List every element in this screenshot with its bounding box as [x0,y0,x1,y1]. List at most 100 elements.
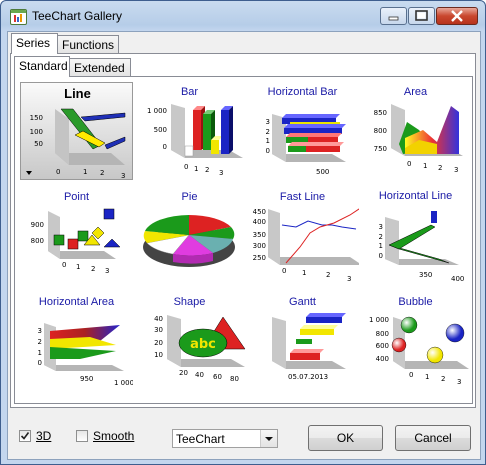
gallery-item-area[interactable]: Area 850 800 750 0 1 2 3 [359,82,472,180]
svg-text:30: 30 [154,326,163,334]
tab-standard[interactable]: Standard [14,56,70,77]
3d-checkbox[interactable] [19,430,31,442]
horizontal-bar-chart-thumbnail: 3 2 1 0 500 [266,114,346,176]
maximize-icon [415,10,428,21]
line-chart-thumbnail: 150 100 50 0 1 2 3 [26,108,125,180]
bubble-chart-thumbnail: 1 000 800 600 400 0 1 2 3 [369,316,469,386]
svg-text:1 000: 1 000 [147,107,167,115]
svg-text:400: 400 [451,275,464,283]
theme-select[interactable]: TeeChart [172,429,278,448]
tab-functions[interactable]: Functions [57,35,119,54]
cancel-button[interactable]: Cancel [395,425,471,451]
close-icon [451,10,463,22]
svg-text:2: 2 [205,166,209,174]
svg-text:0: 0 [62,261,66,269]
svg-text:450: 450 [253,208,266,216]
minimize-icon [388,16,399,21]
svg-text:800: 800 [374,127,387,135]
gallery-item-shape[interactable]: Shape 40 30 20 10 abc 20 40 60 80 [133,293,246,391]
shape-chart-thumbnail: 40 30 20 10 abc 20 40 60 80 [154,315,246,383]
maximize-button[interactable] [408,7,435,25]
smooth-checkbox[interactable] [76,430,88,442]
svg-text:3: 3 [379,223,383,231]
bar-chart-thumbnail: 1 000 500 0 0 1 2 3 [147,104,243,177]
svg-text:1: 1 [379,242,383,250]
svg-text:100: 100 [30,128,43,136]
svg-text:1: 1 [76,263,80,271]
svg-text:300: 300 [253,242,266,250]
svg-text:600: 600 [376,342,389,350]
svg-text:1: 1 [266,137,270,145]
svg-text:2: 2 [438,164,442,172]
svg-text:1: 1 [83,168,87,176]
svg-text:900: 900 [31,221,44,229]
app-icon [10,9,27,25]
svg-text:400: 400 [253,218,266,226]
gallery-item-pie[interactable]: Pie [133,187,246,285]
svg-text:950: 950 [80,375,93,383]
minimize-button[interactable] [380,7,407,25]
svg-text:350: 350 [419,271,432,279]
svg-text:40: 40 [154,315,163,323]
point-chart-thumbnail: 900 800 0 1 2 3 [31,208,121,275]
gallery-panel: Line 150 100 50 0 1 2 3 Bar 1 000 500 0 … [14,76,473,404]
close-button[interactable] [436,7,478,25]
svg-text:80: 80 [230,375,239,383]
ok-button[interactable]: OK [308,425,383,451]
area-chart-thumbnail: 850 800 750 0 1 2 3 [374,104,463,174]
svg-text:2: 2 [379,233,383,241]
horizontal-area-chart-thumbnail: 3 2 1 0 950 1 000 [38,323,133,387]
svg-text:0: 0 [184,163,188,171]
svg-text:60: 60 [213,373,222,381]
dropdown-button[interactable] [260,430,277,447]
tab-extended[interactable]: Extended [69,58,131,77]
gallery-item-fast-line[interactable]: Fast Line 450 400 350 300 250 0 1 2 3 [246,187,359,285]
gallery-item-bar[interactable]: Bar 1 000 500 0 0 1 2 3 [133,82,246,180]
svg-text:0: 0 [266,147,270,155]
svg-text:1 000: 1 000 [114,379,133,387]
svg-text:20: 20 [154,339,163,347]
svg-text:250: 250 [253,254,266,262]
svg-text:05.07.2013: 05.07.2013 [288,373,328,381]
tab-series[interactable]: Series [11,33,58,54]
gallery-item-horizontal-area[interactable]: Horizontal Area 3 2 1 0 950 1 000 [20,293,133,391]
smooth-label[interactable]: Smooth [93,429,134,443]
svg-text:0: 0 [56,168,60,176]
svg-text:3: 3 [454,166,458,174]
svg-text:1: 1 [425,373,429,381]
svg-text:0: 0 [409,371,413,379]
svg-text:500: 500 [154,126,167,134]
svg-text:800: 800 [376,330,389,338]
svg-text:50: 50 [34,140,43,148]
svg-text:850: 850 [374,109,387,117]
svg-text:3: 3 [121,172,125,180]
horizontal-line-chart-thumbnail: 3 2 1 0 350 400 [379,211,464,283]
theme-select-value: TeeChart [176,432,225,446]
svg-text:150: 150 [30,114,43,122]
svg-text:20: 20 [179,369,188,377]
gallery-item-horizontal-bar[interactable]: Horizontal Bar 3 2 1 0 500 [246,82,359,180]
checkmark-icon [20,432,30,440]
svg-text:2: 2 [266,128,270,136]
svg-text:0: 0 [38,359,42,367]
gallery-item-horizontal-line[interactable]: Horizontal Line 3 2 1 0 350 400 [359,187,472,285]
svg-text:3: 3 [38,327,42,335]
gallery-item-point[interactable]: Point 900 800 0 1 2 3 [20,187,133,285]
gallery-item-bubble[interactable]: Bubble 1 000 800 600 400 0 1 2 3 [359,293,472,391]
3d-label[interactable]: 3D [36,429,51,443]
gallery-item-line[interactable]: Line 150 100 50 0 1 2 3 [20,82,133,180]
dialog-client: Series Functions Standard Extended Line … [7,31,481,460]
title-bar[interactable]: TeeChart Gallery [1,1,485,31]
svg-text:3: 3 [266,118,270,126]
pie-chart-thumbnail [143,215,235,267]
svg-text:2: 2 [441,375,445,383]
dialog-footer: 3D Smooth TeeChart OK Cancel [8,413,480,459]
fast-line-chart-thumbnail: 450 400 350 300 250 0 1 2 3 [253,208,359,283]
svg-text:1 000: 1 000 [369,316,389,324]
chevron-down-icon [265,437,273,441]
svg-text:800: 800 [31,237,44,245]
svg-text:2: 2 [91,265,95,273]
svg-text:2: 2 [100,169,104,177]
svg-text:400: 400 [376,355,389,363]
gallery-item-gantt[interactable]: Gantt 05.07.2013 [246,293,359,391]
